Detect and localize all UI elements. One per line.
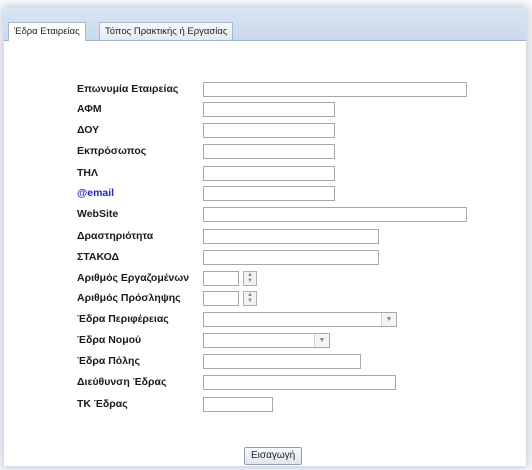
address-input[interactable] (203, 375, 396, 390)
afm-input[interactable] (203, 102, 335, 117)
city-input[interactable] (203, 354, 361, 369)
stepper-down-icon[interactable]: ▼ (244, 298, 256, 304)
website-input[interactable] (203, 207, 467, 222)
activity-input[interactable] (203, 229, 379, 244)
address-label: Διεύθυνση Έδρας (77, 376, 167, 388)
email-label: @email (77, 187, 115, 199)
stakod-input[interactable] (203, 250, 379, 265)
postal-code-label: ΤΚ Έδρας (77, 398, 128, 410)
tab-practice-location[interactable]: Τόπος Πρακτικής ή Εργασίας (99, 22, 234, 40)
representative-input[interactable] (203, 144, 335, 159)
company-name-input[interactable] (203, 82, 467, 97)
submit-button[interactable]: Εισαγωγή (244, 447, 303, 465)
region-label: Έδρα Περιφέρειας (77, 313, 169, 325)
chevron-down-icon[interactable]: ▼ (381, 313, 396, 326)
employees-stepper[interactable]: ▲ ▼ (243, 271, 257, 286)
hires-stepper[interactable]: ▲ ▼ (243, 291, 257, 306)
phone-input[interactable] (203, 166, 335, 181)
afm-label: ΑΦΜ (77, 103, 102, 115)
region-select[interactable]: ▼ (203, 312, 397, 327)
email-input[interactable] (203, 186, 335, 201)
company-name-label: Επωνυμία Εταιρείας (77, 83, 179, 95)
representative-label: Εκπρόσωπος (77, 145, 147, 157)
activity-label: Δραστηριότητα (77, 230, 154, 242)
hires-input[interactable] (203, 291, 239, 306)
city-label: Έδρα Πόλης (77, 355, 140, 367)
doy-label: ΔΟΥ (77, 124, 100, 136)
chevron-down-icon[interactable]: ▼ (314, 334, 329, 347)
prefecture-label: Έδρα Νομού (77, 334, 142, 346)
stepper-down-icon[interactable]: ▼ (244, 278, 256, 284)
employees-label: Αριθμός Εργαζομένων (77, 272, 190, 284)
hires-label: Αριθμός Πρόσληψης (77, 292, 181, 304)
postal-code-input[interactable] (203, 397, 273, 412)
tab-bar: Έδρα Εταιρείας Τόπος Πρακτικής ή Εργασία… (4, 8, 526, 41)
tab-company-seat[interactable]: Έδρα Εταιρείας (8, 22, 86, 41)
stakod-label: ΣΤΑΚΟΔ (77, 251, 120, 263)
website-label: WebSite (77, 208, 119, 220)
prefecture-select[interactable]: ▼ (203, 333, 330, 348)
phone-label: ΤΗΛ (77, 167, 98, 179)
doy-input[interactable] (203, 123, 335, 138)
employees-input[interactable] (203, 271, 239, 286)
